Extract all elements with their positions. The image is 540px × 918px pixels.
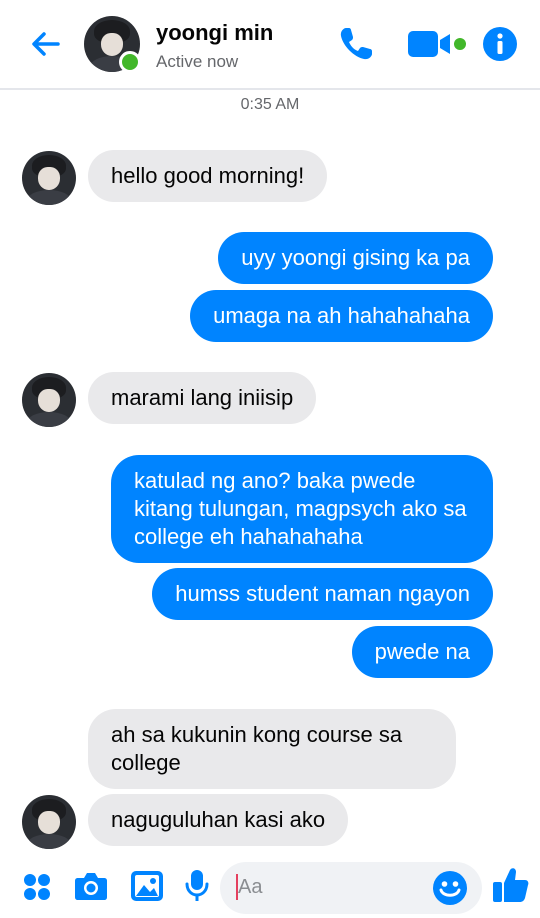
like-thumb-icon[interactable] [492,866,530,904]
outgoing-message[interactable]: pwede na [351,626,493,678]
sender-avatar[interactable] [22,795,76,849]
online-status-dot [119,51,141,73]
sender-avatar[interactable] [22,151,76,205]
emoji-icon[interactable] [432,870,468,906]
message-composer: Aa [0,852,540,918]
gallery-icon[interactable] [130,870,164,902]
incoming-message[interactable]: naguguluhan kasi ako [88,794,349,846]
incoming-message[interactable]: ah sa kukunin kong course sa college [88,709,456,789]
avatar-photo [22,373,76,427]
back-arrow-icon[interactable] [28,26,64,62]
video-camera-icon[interactable] [406,26,468,62]
avatar-photo [22,151,76,205]
apps-grid-icon[interactable] [22,872,52,902]
outgoing-message[interactable]: uyy yoongi gising ka pa [218,232,493,284]
microphone-icon[interactable] [184,868,210,904]
camera-icon[interactable] [74,870,108,902]
outgoing-message[interactable]: umaga na ah hahahahaha [190,290,493,342]
outgoing-message[interactable]: katulad ng ano? baka pwede kitang tulung… [111,455,493,563]
message-input[interactable]: Aa [220,862,482,914]
contact-status: Active now [156,52,239,71]
phone-icon[interactable] [336,24,376,64]
info-icon[interactable] [482,26,518,62]
message-timestamp: 0:35 AM [240,96,300,113]
incoming-message[interactable]: marami lang iniisip [88,372,317,424]
contact-name[interactable]: yoongi min [156,20,273,46]
avatar-photo [22,795,76,849]
incoming-message[interactable]: hello good morning! [88,150,328,202]
chat-header: yoongi min Active now [0,0,540,90]
message-input-placeholder: Aa [238,876,263,898]
sender-avatar[interactable] [22,373,76,427]
outgoing-message[interactable]: humss student naman ngayon [152,568,493,620]
contact-avatar[interactable] [84,16,141,73]
